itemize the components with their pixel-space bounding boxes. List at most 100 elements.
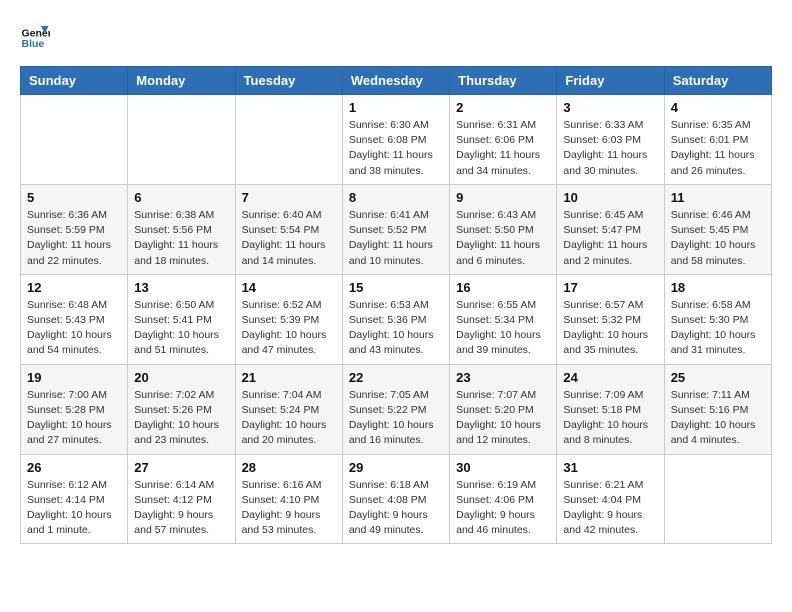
day-info: Sunrise: 7:07 AM Sunset: 5:20 PM Dayligh…: [456, 388, 550, 449]
calendar-cell: [21, 95, 128, 185]
day-info: Sunrise: 6:53 AM Sunset: 5:36 PM Dayligh…: [349, 298, 443, 359]
calendar-cell: 14 Sunrise: 6:52 AM Sunset: 5:39 PM Dayli…: [235, 274, 342, 364]
day-info: Sunrise: 6:46 AM Sunset: 5:45 PM Dayligh…: [671, 208, 765, 269]
day-info: Sunrise: 7:09 AM Sunset: 5:18 PM Dayligh…: [563, 388, 657, 449]
day-info: Sunrise: 6:48 AM Sunset: 5:43 PM Dayligh…: [27, 298, 121, 359]
day-info: Sunrise: 6:57 AM Sunset: 5:32 PM Dayligh…: [563, 298, 657, 359]
calendar-cell: 8Sunrise: 6:41 AM Sunset: 5:52 PM Daylig…: [342, 184, 449, 274]
calendar-cell: [235, 95, 342, 185]
day-number: 7: [242, 190, 336, 205]
calendar-cell: 18 Sunrise: 6:58 AM Sunset: 5:30 PM Dayli…: [664, 274, 771, 364]
day-number: 13: [134, 280, 228, 295]
day-info: Sunrise: 7:04 AM Sunset: 5:24 PM Dayligh…: [242, 388, 336, 449]
calendar-cell: 1Sunrise: 6:30 AM Sunset: 6:08 PM Daylig…: [342, 95, 449, 185]
logo-icon: General Blue: [20, 20, 50, 50]
day-number: 10: [563, 190, 657, 205]
day-info: Sunrise: 6:40 AM Sunset: 5:54 PM Dayligh…: [242, 208, 336, 269]
day-number: 21: [242, 370, 336, 385]
calendar-cell: 11Sunrise: 6:46 AM Sunset: 5:45 PM Dayli…: [664, 184, 771, 274]
calendar-cell: 26 Sunrise: 6:12 AM Sunset: 4:14 PM Dayli…: [21, 454, 128, 544]
day-number: 23: [456, 370, 550, 385]
day-info: Sunrise: 6:14 AM Sunset: 4:12 PM Dayligh…: [134, 478, 228, 539]
calendar-cell: 6 Sunrise: 6:38 AM Sunset: 5:56 PM Daylig…: [128, 184, 235, 274]
calendar-cell: 12 Sunrise: 6:48 AM Sunset: 5:43 PM Dayli…: [21, 274, 128, 364]
page-header: General Blue: [20, 20, 772, 50]
day-of-week-header: Friday: [557, 67, 664, 95]
day-number: 24: [563, 370, 657, 385]
day-info: Sunrise: 6:18 AM Sunset: 4:08 PM Dayligh…: [349, 478, 443, 539]
day-number: 17: [563, 280, 657, 295]
day-info: Sunrise: 6:43 AM Sunset: 5:50 PM Dayligh…: [456, 208, 550, 269]
day-info: Sunrise: 6:31 AM Sunset: 6:06 PM Dayligh…: [456, 118, 550, 179]
calendar-cell: 25Sunrise: 7:11 AM Sunset: 5:16 PM Dayli…: [664, 364, 771, 454]
day-number: 18: [671, 280, 765, 295]
day-info: Sunrise: 7:00 AM Sunset: 5:28 PM Dayligh…: [27, 388, 121, 449]
day-number: 14: [242, 280, 336, 295]
calendar-cell: [128, 95, 235, 185]
calendar-cell: 10 Sunrise: 6:45 AM Sunset: 5:47 PM Dayli…: [557, 184, 664, 274]
calendar-cell: 19 Sunrise: 7:00 AM Sunset: 5:28 PM Dayli…: [21, 364, 128, 454]
calendar-cell: 28Sunrise: 6:16 AM Sunset: 4:10 PM Dayli…: [235, 454, 342, 544]
day-number: 6: [134, 190, 228, 205]
day-info: Sunrise: 6:12 AM Sunset: 4:14 PM Dayligh…: [27, 478, 121, 539]
day-number: 15: [349, 280, 443, 295]
day-number: 31: [563, 460, 657, 475]
day-number: 12: [27, 280, 121, 295]
day-number: 22: [349, 370, 443, 385]
calendar-cell: 15 Sunrise: 6:53 AM Sunset: 5:36 PM Dayli…: [342, 274, 449, 364]
calendar-cell: 17 Sunrise: 6:57 AM Sunset: 5:32 PM Dayli…: [557, 274, 664, 364]
calendar-cell: 30Sunrise: 6:19 AM Sunset: 4:06 PM Dayli…: [450, 454, 557, 544]
day-info: Sunrise: 6:52 AM Sunset: 5:39 PM Dayligh…: [242, 298, 336, 359]
calendar-table: SundayMondayTuesdayWednesdayThursdayFrid…: [20, 66, 772, 544]
day-info: Sunrise: 6:55 AM Sunset: 5:34 PM Dayligh…: [456, 298, 550, 359]
calendar-cell: 31 Sunrise: 6:21 AM Sunset: 4:04 PM Dayli…: [557, 454, 664, 544]
day-number: 26: [27, 460, 121, 475]
calendar-cell: 4 Sunrise: 6:35 AM Sunset: 6:01 PM Daylig…: [664, 95, 771, 185]
day-number: 9: [456, 190, 550, 205]
day-info: Sunrise: 7:11 AM Sunset: 5:16 PM Dayligh…: [671, 388, 765, 449]
day-info: Sunrise: 6:36 AM Sunset: 5:59 PM Dayligh…: [27, 208, 121, 269]
calendar-cell: 21 Sunrise: 7:04 AM Sunset: 5:24 PM Dayli…: [235, 364, 342, 454]
calendar-cell: 29 Sunrise: 6:18 AM Sunset: 4:08 PM Dayli…: [342, 454, 449, 544]
day-info: Sunrise: 6:21 AM Sunset: 4:04 PM Dayligh…: [563, 478, 657, 539]
day-info: Sunrise: 6:19 AM Sunset: 4:06 PM Dayligh…: [456, 478, 550, 539]
calendar-cell: [664, 454, 771, 544]
day-number: 19: [27, 370, 121, 385]
calendar-cell: 27 Sunrise: 6:14 AM Sunset: 4:12 PM Dayli…: [128, 454, 235, 544]
calendar-cell: 9 Sunrise: 6:43 AM Sunset: 5:50 PM Daylig…: [450, 184, 557, 274]
calendar-cell: 16 Sunrise: 6:55 AM Sunset: 5:34 PM Dayli…: [450, 274, 557, 364]
day-info: Sunrise: 7:02 AM Sunset: 5:26 PM Dayligh…: [134, 388, 228, 449]
calendar-cell: 5Sunrise: 6:36 AM Sunset: 5:59 PM Daylig…: [21, 184, 128, 274]
day-of-week-header: Wednesday: [342, 67, 449, 95]
day-of-week-header: Saturday: [664, 67, 771, 95]
svg-text:Blue: Blue: [22, 38, 45, 50]
day-number: 20: [134, 370, 228, 385]
day-number: 1: [349, 100, 443, 115]
day-info: Sunrise: 6:58 AM Sunset: 5:30 PM Dayligh…: [671, 298, 765, 359]
day-info: Sunrise: 6:35 AM Sunset: 6:01 PM Dayligh…: [671, 118, 765, 179]
day-number: 16: [456, 280, 550, 295]
day-number: 2: [456, 100, 550, 115]
day-of-week-header: Monday: [128, 67, 235, 95]
day-info: Sunrise: 6:41 AM Sunset: 5:52 PM Dayligh…: [349, 208, 443, 269]
calendar-cell: 3Sunrise: 6:33 AM Sunset: 6:03 PM Daylig…: [557, 95, 664, 185]
day-number: 28: [242, 460, 336, 475]
calendar-cell: 13 Sunrise: 6:50 AM Sunset: 5:41 PM Dayli…: [128, 274, 235, 364]
day-of-week-header: Thursday: [450, 67, 557, 95]
calendar-cell: 24 Sunrise: 7:09 AM Sunset: 5:18 PM Dayli…: [557, 364, 664, 454]
calendar-cell: 22 Sunrise: 7:05 AM Sunset: 5:22 PM Dayli…: [342, 364, 449, 454]
day-info: Sunrise: 6:33 AM Sunset: 6:03 PM Dayligh…: [563, 118, 657, 179]
day-number: 27: [134, 460, 228, 475]
calendar-cell: 23 Sunrise: 7:07 AM Sunset: 5:20 PM Dayli…: [450, 364, 557, 454]
logo: General Blue: [20, 20, 50, 50]
day-info: Sunrise: 6:38 AM Sunset: 5:56 PM Dayligh…: [134, 208, 228, 269]
day-info: Sunrise: 7:05 AM Sunset: 5:22 PM Dayligh…: [349, 388, 443, 449]
day-of-week-header: Tuesday: [235, 67, 342, 95]
day-info: Sunrise: 6:50 AM Sunset: 5:41 PM Dayligh…: [134, 298, 228, 359]
calendar-cell: 2 Sunrise: 6:31 AM Sunset: 6:06 PM Daylig…: [450, 95, 557, 185]
calendar-cell: 20 Sunrise: 7:02 AM Sunset: 5:26 PM Dayli…: [128, 364, 235, 454]
day-number: 29: [349, 460, 443, 475]
day-info: Sunrise: 6:45 AM Sunset: 5:47 PM Dayligh…: [563, 208, 657, 269]
day-number: 4: [671, 100, 765, 115]
calendar-cell: 7 Sunrise: 6:40 AM Sunset: 5:54 PM Daylig…: [235, 184, 342, 274]
